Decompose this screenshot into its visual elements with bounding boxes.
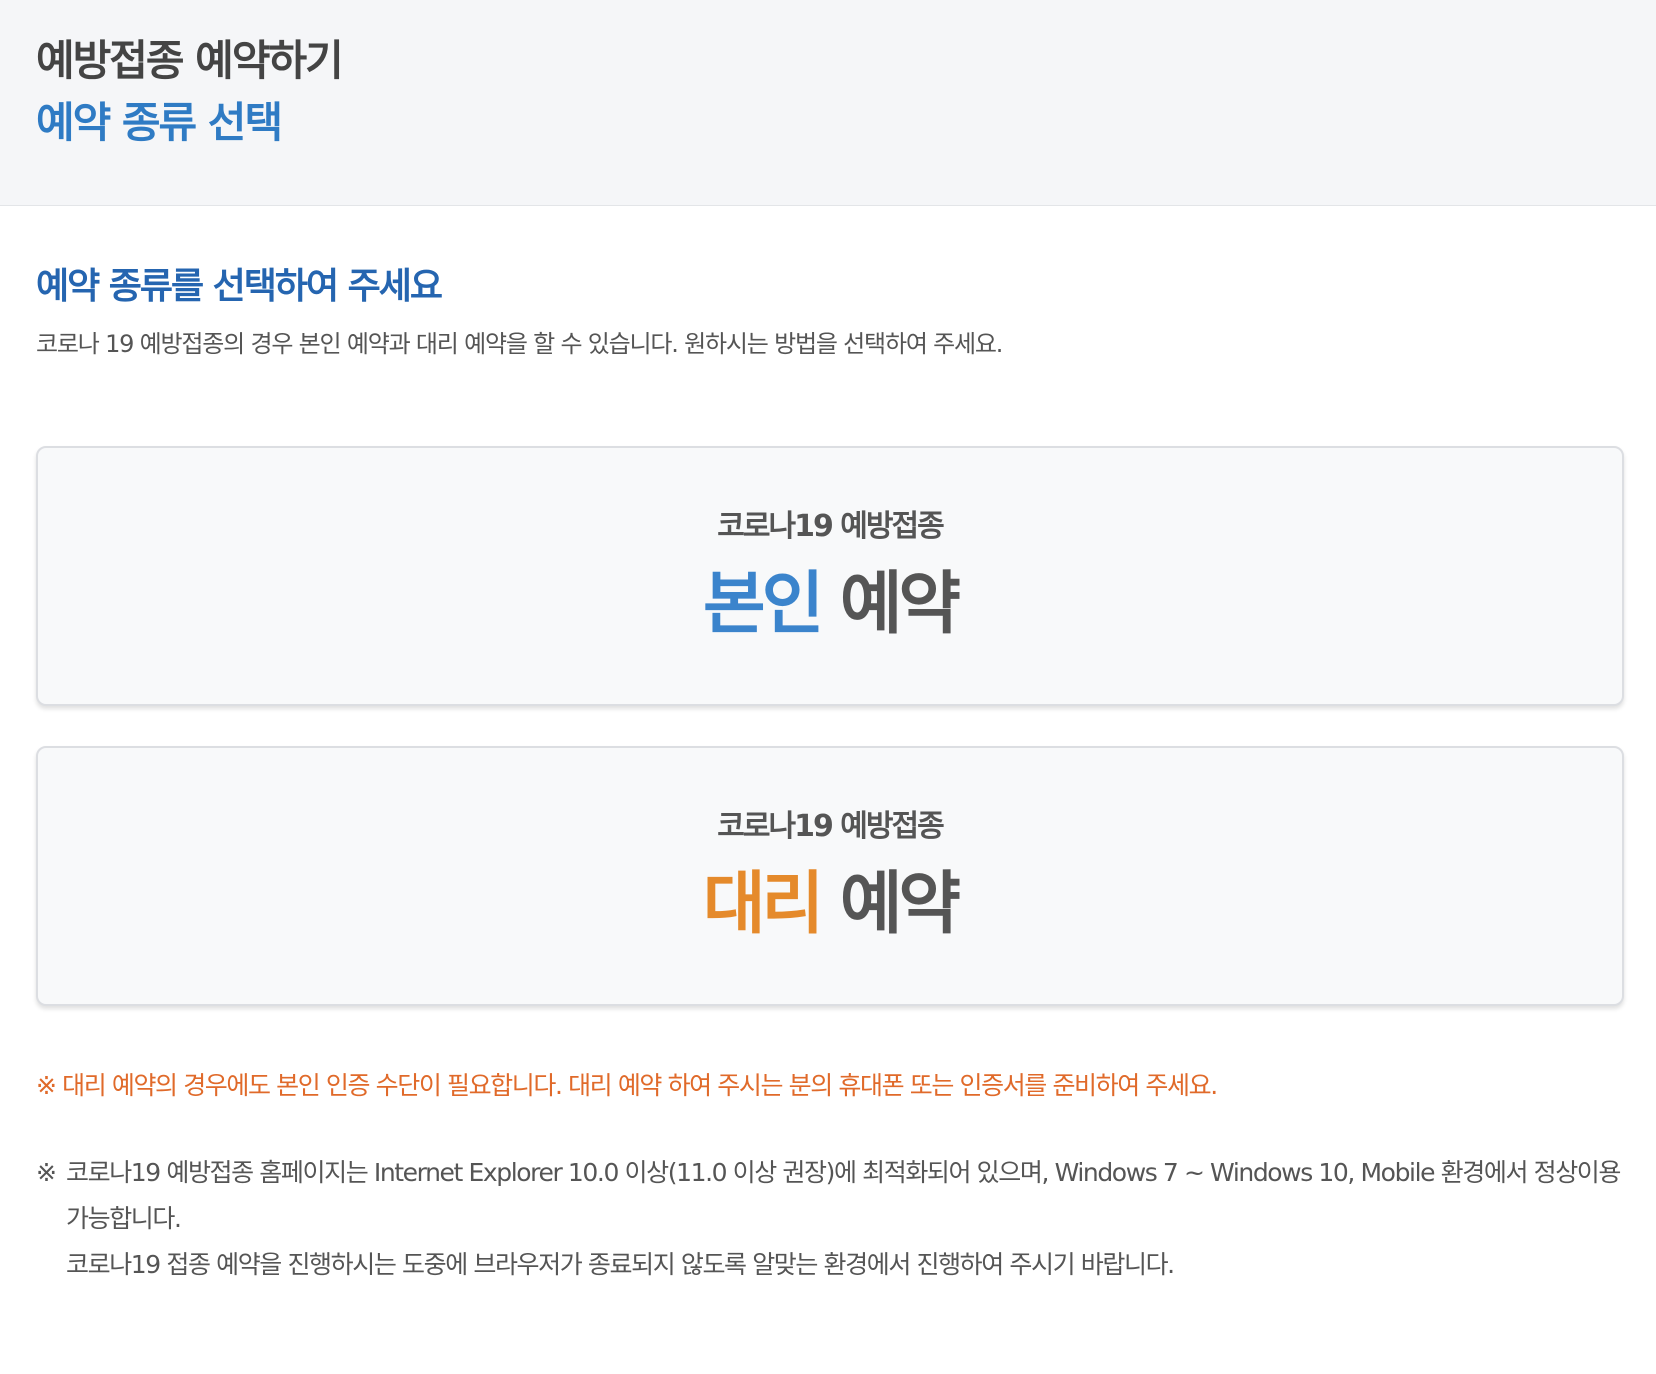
proxy-warning-notice: ※ 대리 예약의 경우에도 본인 인증 수단이 필요합니다. 대리 예약 하여 … xyxy=(36,1071,1218,1100)
option-sub-label: 코로나19 예방접종 xyxy=(717,809,944,844)
option-main-label: 본인 예약 xyxy=(703,563,961,647)
reservation-options: 코로나19 예방접종 본인 예약 코로나19 예방접종 대리 예약 xyxy=(36,446,1624,1006)
option-accent-label-self: 본인 xyxy=(703,565,824,644)
notice-line-browser: 코로나19 예방접종 홈페이지는 Internet Explorer 10.0 … xyxy=(66,1158,1621,1233)
option-reservation-label: 예약 xyxy=(839,865,961,944)
notice-body: 코로나19 예방접종 홈페이지는 Internet Explorer 10.0 … xyxy=(66,1150,1621,1288)
main-content: 예약 종류를 선택하여 주세요 코로나 19 예방접종의 경우 본인 예약과 대… xyxy=(0,206,1656,1288)
notice-line-session: 코로나19 접종 예약을 진행하시는 도중에 브라우저가 종료되지 않도록 알맞… xyxy=(66,1250,1175,1279)
option-sub-label: 코로나19 예방접종 xyxy=(717,509,944,544)
option-reservation-label: 예약 xyxy=(839,565,961,644)
section-heading: 예약 종류를 선택하여 주세요 xyxy=(36,266,443,307)
page-header: 예방접종 예약하기 예약 종류 선택 xyxy=(0,0,1656,206)
self-reservation-button[interactable]: 코로나19 예방접종 본인 예약 xyxy=(36,446,1624,706)
option-main-label: 대리 예약 xyxy=(703,863,961,947)
section-description: 코로나 19 예방접종의 경우 본인 예약과 대리 예약을 할 수 있습니다. … xyxy=(36,330,1003,358)
notice-mark: ※ xyxy=(36,1158,57,1187)
page-subtitle: 예약 종류 선택 xyxy=(36,98,283,147)
browser-info-notice: ※ 코로나19 예방접종 홈페이지는 Internet Explorer 10.… xyxy=(36,1150,1621,1288)
proxy-reservation-button[interactable]: 코로나19 예방접종 대리 예약 xyxy=(36,746,1624,1006)
page-title: 예방접종 예약하기 xyxy=(36,36,344,85)
option-accent-label-proxy: 대리 xyxy=(703,865,824,944)
